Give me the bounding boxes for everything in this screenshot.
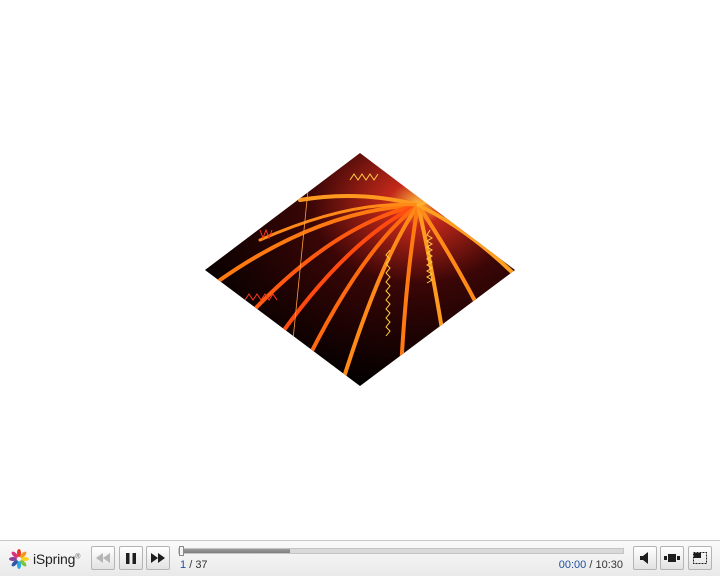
slide-graphic [205, 153, 515, 386]
next-slide-button[interactable] [146, 546, 170, 570]
layout-icon [664, 554, 680, 562]
fullscreen-button[interactable] [688, 546, 712, 570]
seek-bar[interactable] [178, 546, 624, 556]
layout-button[interactable] [660, 546, 684, 570]
logo-text: iSpring® [33, 551, 81, 567]
total-slides: 37 [195, 559, 208, 571]
time-separator: / [589, 559, 593, 571]
volume-button[interactable] [633, 546, 657, 570]
elapsed-time: 00:00 [558, 559, 587, 571]
total-duration: 10:30 [595, 559, 623, 571]
slide-stage [0, 0, 720, 540]
fast-forward-icon [151, 553, 165, 563]
fullscreen-icon [693, 552, 707, 564]
slide-counter-separator: / [189, 559, 193, 571]
buffered-progress [179, 549, 290, 553]
pause-icon [126, 552, 136, 564]
previous-slide-button[interactable] [91, 546, 115, 570]
ispring-logo[interactable]: iSpring® [8, 548, 80, 570]
seek-handle[interactable] [179, 546, 184, 556]
time-counter: 00:00 / 10:30 [559, 559, 623, 571]
player-control-bar: iSpring® 1 / 37 00:00 / 10:30 [0, 540, 720, 576]
ispring-flower-icon [9, 549, 29, 569]
pause-button[interactable] [119, 546, 143, 570]
rewind-icon [96, 553, 110, 563]
slide-counter: 1 / 37 [180, 559, 208, 571]
speaker-icon [640, 552, 648, 564]
current-slide-number: 1 [180, 559, 187, 571]
